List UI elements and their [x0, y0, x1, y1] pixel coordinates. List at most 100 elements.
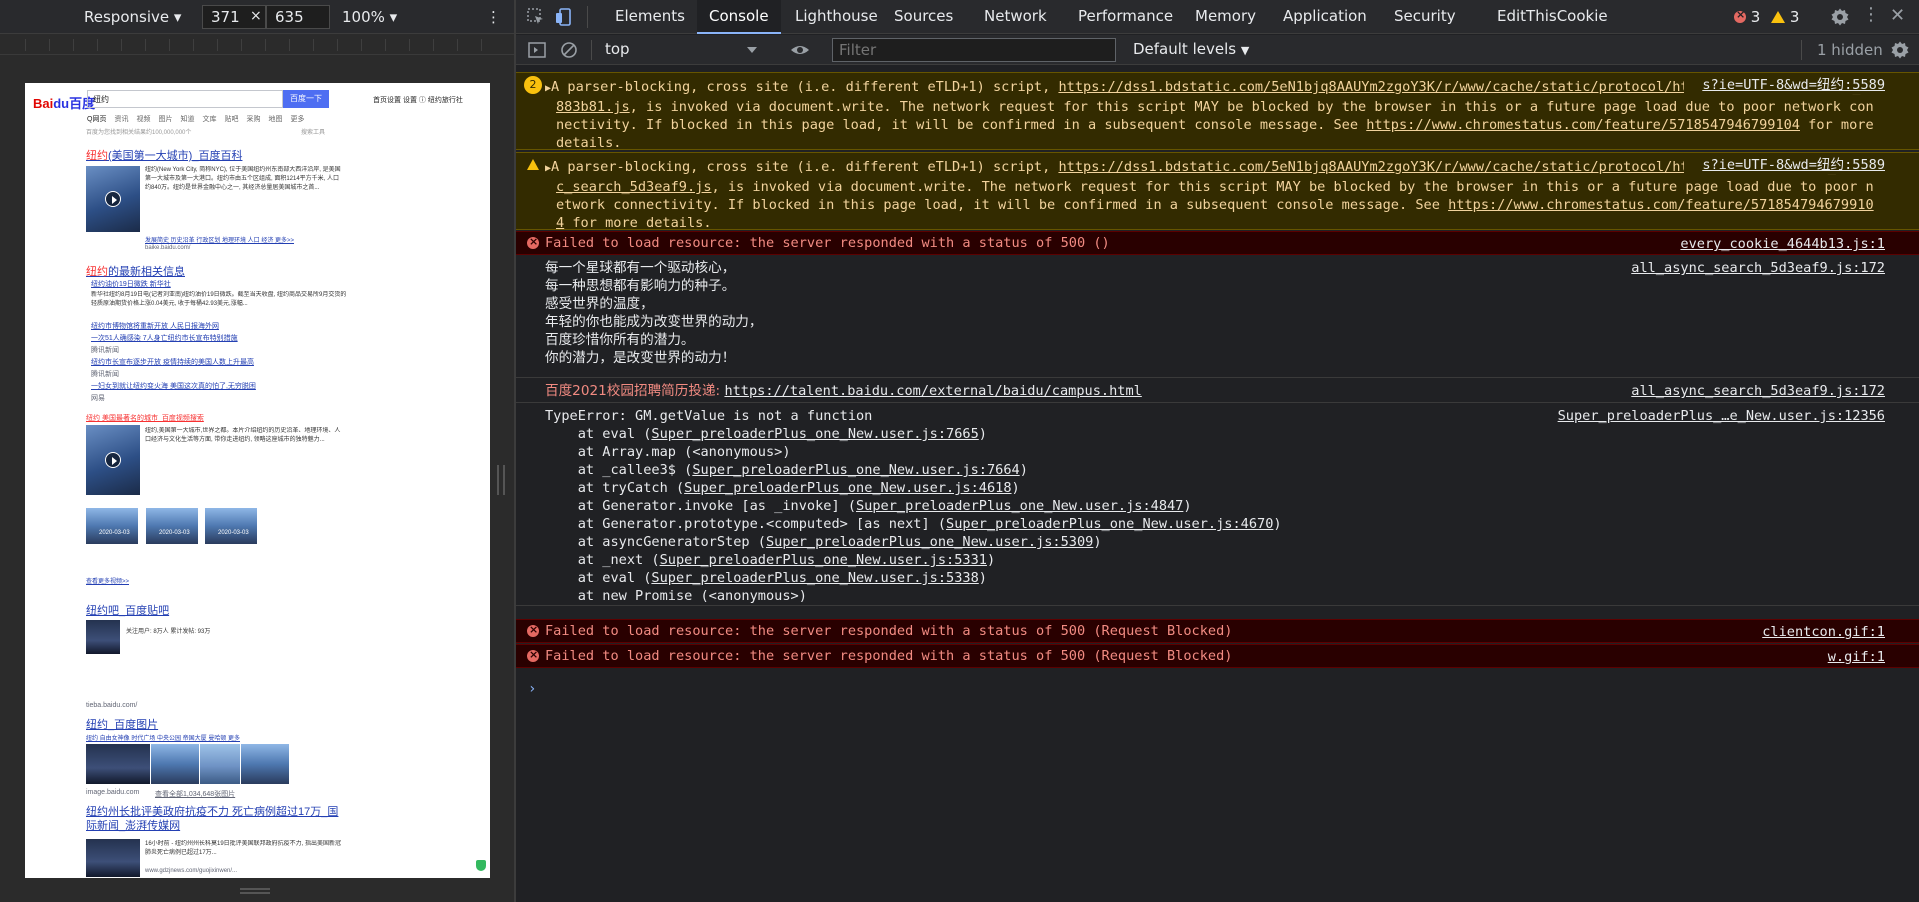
source-link[interactable]: clientcon.gif:1	[1762, 623, 1885, 641]
tieba-avatar[interactable]	[86, 620, 120, 654]
baidu-top-links[interactable]: 首页设置 设置 ⓘ 纽约旅行社	[373, 95, 463, 105]
baidu-tabs[interactable]: Q网页 资讯 视频 图片 知道 文库 贴吧 采购 地图 更多	[87, 114, 312, 124]
more-vert-icon[interactable]: ⋮	[1862, 4, 1880, 25]
play-icon	[105, 191, 121, 207]
stack-frame-link[interactable]: Super_preloaderPlus_one_New.user.js:4670	[946, 516, 1273, 532]
baidu-tab[interactable]: 资讯	[114, 116, 128, 123]
device-toolbar-icon[interactable]	[554, 7, 574, 27]
image-count-link[interactable]: 查看全部1,034,648张图片	[155, 789, 235, 799]
video-thumb-1[interactable]	[86, 508, 138, 544]
baidu-search-button[interactable]: 百度一下	[283, 90, 329, 108]
baidu-tab[interactable]: 贴吧	[224, 116, 238, 123]
news-source: 网易	[91, 395, 105, 402]
console-error: Failed to load resource: the server resp…	[516, 231, 1919, 255]
result-1-image[interactable]	[86, 166, 140, 232]
source-link[interactable]: s?ie=UTF-8&wd=纽约:5589	[1684, 76, 1885, 94]
baidu-tab[interactable]: 文库	[202, 116, 216, 123]
console-messages[interactable]: 2 ▶A parser-blocking, cross site (i.e. d…	[516, 66, 1919, 902]
tab-sources[interactable]: Sources	[882, 0, 965, 33]
console-error: Failed to load resource: the server resp…	[516, 619, 1919, 643]
tab-security[interactable]: Security	[1382, 0, 1468, 33]
result-2-title[interactable]: 纽约的最新相关信息	[86, 263, 185, 279]
more-videos-link[interactable]: 查看更多视频>>	[86, 576, 129, 585]
result-6-title[interactable]: 纽约州长批评美政府抗疫不力 死亡病例超过17万_国际新闻_澎湃传媒网	[86, 805, 346, 833]
source-link[interactable]: every_cookie_4644b13.js:1	[1680, 235, 1885, 253]
image-thumb-4[interactable]	[241, 744, 289, 784]
chromestatus-link[interactable]: https://www.chromestatus.com/feature/571…	[1366, 117, 1800, 133]
image-thumb-1[interactable]	[86, 744, 150, 784]
clear-console-icon[interactable]	[559, 40, 579, 60]
height-input[interactable]	[266, 5, 330, 29]
inspect-element-icon[interactable]	[526, 7, 546, 27]
image-thumb-2[interactable]	[151, 744, 199, 784]
result-1-title[interactable]: 纽约(美国第一大城市)_百度百科	[86, 147, 242, 163]
baidu-logo[interactable]: Baidu百度	[33, 93, 95, 112]
news-item[interactable]: 纽约市长宣布逐步开放 疫情持续的美国人数上升最高	[91, 357, 254, 367]
stack-frame-link[interactable]: Super_preloaderPlus_one_New.user.js:7664	[692, 462, 1019, 478]
news-item[interactable]: 一次51人确感染 7人身亡纽约市长宣布特别措施	[91, 333, 238, 343]
baidu-tab[interactable]: 视频	[136, 116, 150, 123]
tab-memory[interactable]: Memory	[1183, 0, 1268, 33]
resize-handle-bottom[interactable]	[240, 888, 270, 894]
console-warning: 2 ▶A parser-blocking, cross site (i.e. d…	[516, 72, 1919, 151]
tab-editthiscookie[interactable]: EditThisCookie	[1485, 0, 1620, 33]
source-link[interactable]: all_async_search_5d3eaf9.js:172	[1631, 259, 1885, 277]
news-item[interactable]: 纽约油价19日微跌 新华社	[91, 279, 171, 289]
tab-lighthouse[interactable]: Lighthouse	[783, 0, 890, 33]
error-message: Failed to load resource: the server resp…	[545, 648, 1233, 664]
resize-handle-right[interactable]	[497, 465, 505, 495]
stack-frame-link[interactable]: Super_preloaderPlus_one_New.user.js:5309	[766, 534, 1093, 550]
source-link[interactable]: Super_preloaderPlus_…e_New.user.js:12356	[1558, 407, 1885, 425]
recruit-link[interactable]: https://talent.baidu.com/external/baidu/…	[724, 383, 1141, 399]
baidu-tab[interactable]: 知道	[180, 116, 194, 123]
tab-elements[interactable]: Elements	[603, 0, 697, 33]
tab-performance[interactable]: Performance	[1066, 0, 1185, 33]
source-link[interactable]: all_async_search_5d3eaf9.js:172	[1631, 382, 1885, 400]
more-options-icon[interactable]: ⋮	[486, 8, 501, 26]
gear-icon[interactable]	[1830, 7, 1850, 27]
stack-frame-link[interactable]: Super_preloaderPlus_one_New.user.js:5338	[651, 570, 978, 586]
news-source: 腾讯新闻	[91, 371, 119, 378]
baidu-tab[interactable]: 地图	[268, 116, 282, 123]
console-prompt[interactable]: ›	[528, 680, 536, 698]
news-item[interactable]: 一妇女到就让纽约变火海 美国这次真的怕了,无穷脱困	[91, 381, 256, 391]
source-link[interactable]: s?ie=UTF-8&wd=纽约:5589	[1684, 156, 1885, 174]
log-line: 百度珍惜你所有的潜力。	[545, 332, 695, 348]
source-link[interactable]: w.gif:1	[1828, 648, 1885, 666]
filter-input[interactable]	[832, 38, 1116, 62]
eye-icon[interactable]	[790, 40, 810, 60]
video-thumb-3[interactable]	[205, 508, 257, 544]
baidu-tab[interactable]: 更多	[290, 116, 304, 123]
stack-frame-link[interactable]: Super_preloaderPlus_one_New.user.js:4847	[856, 498, 1183, 514]
result-1-links[interactable]: 发展简史 历史沿革 行政区划 地理环境 人口 经济 更多>>	[145, 235, 294, 244]
log-levels-select[interactable]: Default levels ▼	[1133, 40, 1249, 58]
news-item[interactable]: 纽约市博物馆将重新开放 人民日报海外网	[91, 321, 219, 331]
tab-console[interactable]: Console	[697, 0, 781, 34]
issue-counters[interactable]: 3 3	[1734, 8, 1799, 26]
result-5-title[interactable]: 纽约_百度图片	[86, 716, 158, 732]
search-tools-link[interactable]: 搜索工具	[301, 127, 325, 136]
tab-network[interactable]: Network	[972, 0, 1059, 33]
stack-frame-link[interactable]: Super_preloaderPlus_one_New.user.js:5331	[660, 552, 987, 568]
video-thumb-2[interactable]	[146, 508, 198, 544]
baidu-tab[interactable]: 采购	[246, 116, 260, 123]
result-3-image[interactable]	[86, 425, 140, 495]
stack-frame-link[interactable]: Super_preloaderPlus_one_New.user.js:4618	[684, 480, 1011, 496]
context-select[interactable]: top	[605, 40, 765, 60]
stack-frame-link[interactable]: Super_preloaderPlus_one_New.user.js:7665	[651, 426, 978, 442]
tab-application[interactable]: Application	[1271, 0, 1379, 33]
baidu-tab[interactable]: 图片	[158, 116, 172, 123]
baidu-tab[interactable]: Q网页	[87, 116, 106, 123]
emulated-viewport[interactable]: Baidu百度 纽约 百度一下 首页设置 设置 ⓘ 纽约旅行社 Q网页 资讯 视频 图…	[25, 83, 490, 878]
close-icon[interactable]: ✕	[1890, 5, 1905, 26]
result-6-image[interactable]	[86, 839, 140, 877]
image-tabs[interactable]: 纽约 自由女神像 时代广场 中央公园 帝国大厦 曼哈顿 更多	[86, 733, 240, 742]
sidebar-toggle-icon[interactable]	[527, 40, 547, 60]
console-settings-gear-icon[interactable]	[1890, 40, 1910, 60]
result-4-title[interactable]: 纽约吧_百度贴吧	[86, 602, 169, 618]
image-thumb-3[interactable]	[200, 744, 240, 784]
zoom-select[interactable]: 100% ▾	[342, 8, 397, 26]
device-select[interactable]: Responsive ▾	[84, 8, 181, 26]
baidu-search-input[interactable]: 纽约	[87, 90, 283, 108]
result-3-title[interactable]: 纽约 美国最著名的城市_百度视频搜索	[86, 413, 204, 423]
